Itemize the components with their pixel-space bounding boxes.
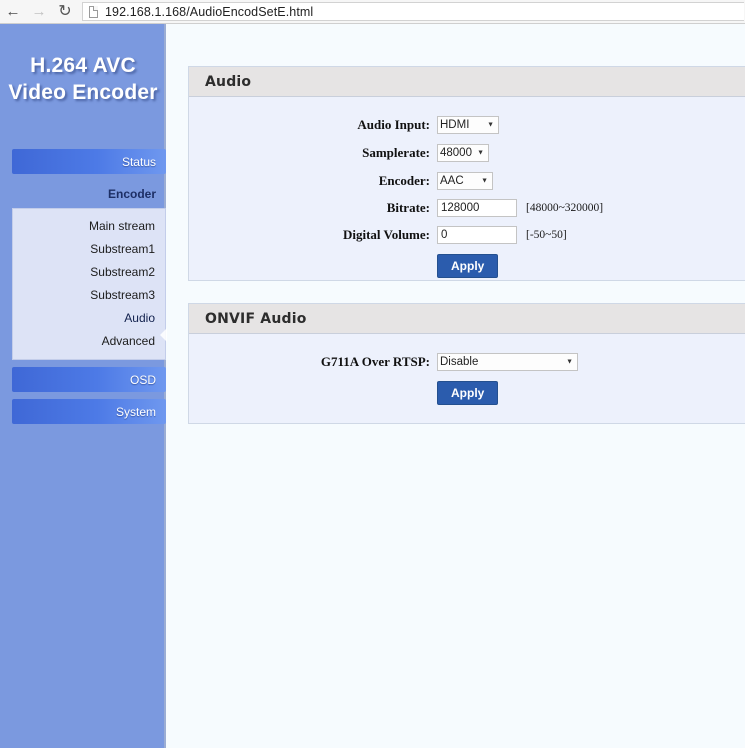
sidebar-subitem-label: Audio (124, 310, 155, 325)
sidebar-subitem-label: Substream1 (90, 241, 155, 256)
sidebar-subitem-label: Advanced (101, 333, 155, 348)
samplerate-select-wrap: 48000 (437, 143, 489, 162)
encoder-select-wrap: AAC (437, 171, 493, 190)
sidebar-item-label: Status (121, 154, 156, 169)
sidebar-subitem-label: Main stream (88, 218, 155, 233)
sidebar-menu: Status Encoder Main stream Substream1 Su… (12, 149, 166, 431)
audio-panel: Audio Audio Input: HDMI Samplerate: 4 (188, 66, 745, 281)
back-arrow-icon[interactable]: ← (0, 0, 26, 24)
onvif-apply-button[interactable]: Apply (437, 381, 499, 405)
audio-input-label: Audio Input: (357, 116, 430, 132)
onvif-audio-panel-body: G711A Over RTSP: Disable Apply (189, 334, 745, 425)
onvif-apply-row: Apply (189, 381, 745, 405)
g711a-over-rtsp-row: G711A Over RTSP: Disable (189, 352, 745, 371)
sidebar: H.264 AVC Video Encoder Status Encoder M… (0, 24, 167, 748)
onvif-audio-panel-header: ONVIF Audio (189, 304, 745, 334)
browser-toolbar: ← → ↻ 192.168.1.168/AudioEncodSetE.html (0, 0, 745, 24)
bitrate-input[interactable] (437, 199, 517, 217)
bitrate-row: Bitrate: [48000~320000] (189, 199, 745, 217)
g711a-over-rtsp-select[interactable]: Disable (437, 353, 578, 371)
logo-line-1: H.264 AVC (30, 54, 136, 77)
bitrate-label: Bitrate: (386, 200, 430, 215)
audio-apply-row: Apply (189, 254, 745, 278)
sidebar-item-advanced[interactable]: Advanced (13, 329, 165, 352)
encoder-label: Encoder: (378, 172, 430, 188)
onvif-audio-panel: ONVIF Audio G711A Over RTSP: Disable App… (188, 303, 745, 424)
sidebar-item-main-stream[interactable]: Main stream (13, 214, 165, 237)
onvif-audio-panel-title: ONVIF Audio (205, 310, 307, 327)
audio-apply-button[interactable]: Apply (437, 254, 499, 278)
sidebar-item-label: System (115, 404, 156, 419)
page-content: H.264 AVC Video Encoder Status Encoder M… (0, 24, 745, 748)
sidebar-item-status[interactable]: Status (12, 149, 166, 174)
sidebar-item-system[interactable]: System (12, 399, 166, 424)
audio-panel-body: Audio Input: HDMI Samplerate: 48000 (189, 97, 745, 298)
sidebar-subitem-label: Substream2 (90, 264, 155, 279)
forward-arrow-icon[interactable]: → (26, 0, 52, 24)
encoder-select[interactable]: AAC (437, 172, 493, 190)
g711a-over-rtsp-select-wrap: Disable (437, 352, 578, 371)
sidebar-item-encoder[interactable]: Encoder (12, 181, 166, 206)
encoder-row: Encoder: AAC (189, 171, 745, 190)
audio-panel-header: Audio (189, 67, 745, 97)
audio-input-select[interactable]: HDMI (437, 116, 499, 134)
sidebar-item-osd[interactable]: OSD (12, 367, 166, 392)
sidebar-subitem-label: Substream3 (90, 287, 155, 302)
sidebar-item-audio[interactable]: Audio (13, 306, 165, 329)
main-content: Audio Audio Input: HDMI Samplerate: 4 (168, 24, 745, 748)
sidebar-item-substream3[interactable]: Substream3 (13, 283, 165, 306)
logo-line-2: Video Encoder (8, 81, 158, 104)
digital-volume-input[interactable] (437, 226, 517, 244)
digital-volume-label: Digital Volume: (342, 227, 430, 242)
samplerate-select[interactable]: 48000 (437, 144, 489, 162)
page-info-icon (89, 5, 98, 18)
app-logo: H.264 AVC Video Encoder (0, 52, 166, 106)
sidebar-item-label: OSD (129, 372, 156, 387)
digital-volume-hint: [-50~50] (526, 229, 567, 241)
sidebar-item-substream1[interactable]: Substream1 (13, 237, 165, 260)
audio-input-row: Audio Input: HDMI (189, 115, 745, 134)
reload-icon[interactable]: ↻ (52, 0, 78, 24)
active-page-marker-icon (160, 328, 167, 342)
audio-panel-title: Audio (205, 73, 252, 90)
address-bar-url: 192.168.1.168/AudioEncodSetE.html (105, 4, 314, 19)
address-bar[interactable]: 192.168.1.168/AudioEncodSetE.html (82, 2, 744, 21)
samplerate-label: Samplerate: (362, 144, 430, 160)
bitrate-hint: [48000~320000] (526, 202, 604, 214)
g711a-over-rtsp-label: G711A Over RTSP: (320, 353, 430, 369)
samplerate-row: Samplerate: 48000 (189, 143, 745, 162)
sidebar-item-substream2[interactable]: Substream2 (13, 260, 165, 283)
sidebar-item-label: Encoder (107, 186, 156, 201)
sidebar-submenu-encoder: Main stream Substream1 Substream2 Substr… (12, 208, 166, 360)
audio-input-select-wrap: HDMI (437, 115, 499, 134)
digital-volume-row: Digital Volume: [-50~50] (189, 226, 745, 244)
